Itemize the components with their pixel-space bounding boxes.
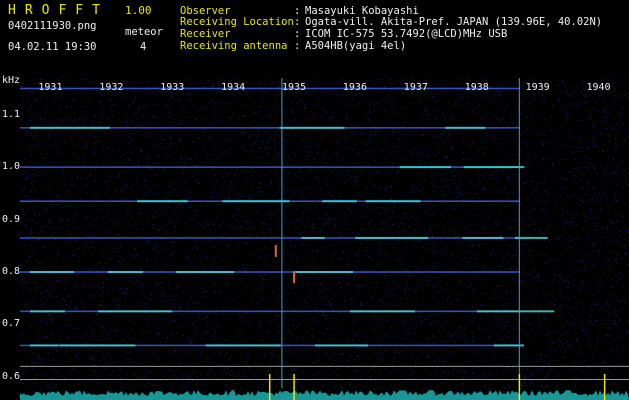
x-tick-label: 1936 <box>343 82 367 93</box>
observer-label: Observer <box>180 5 231 17</box>
meteor-count-value: 4 <box>140 41 147 53</box>
meteor-count-label: meteor <box>125 26 163 38</box>
carrier-segment <box>107 271 144 274</box>
carrier-segment <box>222 200 290 203</box>
carrier-segment <box>322 200 357 203</box>
carrier-segment <box>30 310 65 313</box>
receiver-label: Receiver <box>180 28 231 40</box>
receiver-colon: : <box>294 28 301 40</box>
spectrogram-plot: 1931 1932 1933 1934 1935 1936 1937 1938 1939 1940 <box>20 78 629 400</box>
y-tick-label: 1.0 <box>2 161 21 173</box>
observer-colon: : <box>294 5 301 17</box>
carrier-segment <box>30 344 59 347</box>
carrier-segment <box>176 271 235 274</box>
carrier-segment <box>98 310 172 313</box>
carrier-segment <box>462 236 504 239</box>
carrier-segment <box>399 166 452 169</box>
y-tick-label: 0.7 <box>2 318 21 330</box>
x-tick-label: 1932 <box>99 82 123 93</box>
carrier-line <box>20 310 520 313</box>
app-version: 1.00 <box>125 4 152 17</box>
y-axis-unit-label: kHz <box>2 75 21 86</box>
carrier-segment <box>350 310 415 313</box>
x-tick-label: 1933 <box>160 82 184 93</box>
y-tick-label: 0.8 <box>2 266 21 278</box>
y-tick-label: 0.6 <box>2 370 21 382</box>
x-tick-label: 1940 <box>587 82 611 93</box>
location-value: Ogata-vill. Akita-Pref. JAPAN (139.96E, … <box>305 16 603 28</box>
x-tick-label: 1935 <box>282 82 306 93</box>
carrier-line <box>20 87 520 90</box>
x-tick-label: 1938 <box>465 82 489 93</box>
carrier-segment <box>355 236 429 239</box>
carrier-segment <box>445 126 486 129</box>
carrier-line <box>20 237 520 239</box>
carrier-segment <box>137 200 188 203</box>
carrier-segment <box>295 271 353 274</box>
x-tick-label: 1937 <box>404 82 428 93</box>
date-time: 04.02.11 19:30 <box>8 41 97 53</box>
header-panel: HROFFT 1.00 0402111930.png 04.02.11 19:3… <box>0 0 629 72</box>
y-tick-label: 1.1 <box>2 108 21 120</box>
carrier-segment <box>30 271 74 274</box>
observer-value: Masayuki Kobayashi <box>305 5 419 17</box>
carrier-segment <box>476 310 555 313</box>
antenna-label: Receiving antenna <box>180 40 288 52</box>
x-tick-label: 1934 <box>221 82 245 93</box>
location-colon: : <box>294 16 301 28</box>
spectrogram-background <box>20 78 629 400</box>
location-label: Receiving Location <box>180 16 294 28</box>
carrier-segment <box>301 236 325 239</box>
carrier-segment <box>30 126 110 129</box>
receiver-value: ICOM IC-575 53.7492(@LCD)MHz USB <box>305 28 508 40</box>
x-tick-label: 1931 <box>38 82 62 93</box>
carrier-segment <box>463 166 525 169</box>
carrier-segment <box>59 344 136 347</box>
carrier-segment <box>205 344 281 347</box>
x-tick-label: 1939 <box>526 82 550 93</box>
app-title: HROFFT <box>8 3 109 18</box>
file-name: 0402111930.png <box>8 20 97 32</box>
antenna-value: A504HB(yagi 4el) <box>305 40 407 52</box>
meteor-echo <box>274 245 277 258</box>
carrier-segment <box>365 200 421 203</box>
y-tick-label: 0.9 <box>2 213 21 225</box>
antenna-colon: : <box>294 40 301 52</box>
carrier-segment <box>314 344 369 347</box>
carrier-segment <box>279 126 345 129</box>
meteor-echo <box>293 271 296 284</box>
carrier-line <box>20 271 520 273</box>
